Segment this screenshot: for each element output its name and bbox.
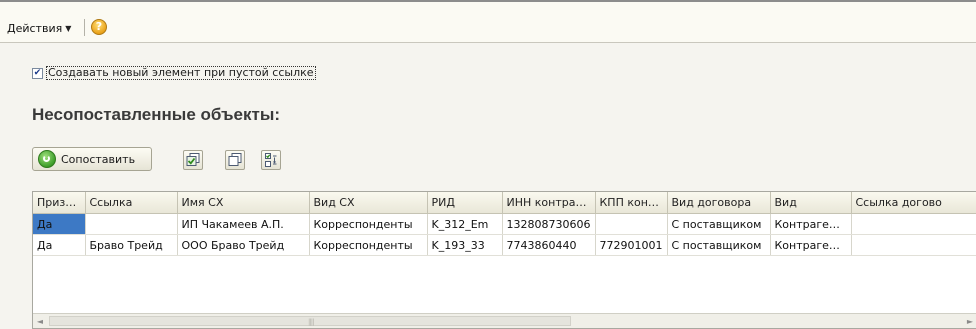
column-header[interactable]: ИНН контраге... xyxy=(502,192,596,214)
column-header[interactable]: КПП конт... xyxy=(595,192,668,214)
toolbar-separator xyxy=(84,19,85,36)
scroll-grip-icon: |||| xyxy=(308,318,315,326)
match-button[interactable]: Сопоставить xyxy=(32,147,152,171)
uncheck-all-icon xyxy=(228,153,242,166)
table-cell[interactable]: 132808730606 xyxy=(502,213,596,235)
uncheck-all-button[interactable] xyxy=(225,150,245,170)
table-cell[interactable]: С поставщиком xyxy=(667,234,771,256)
column-header[interactable]: Призна... xyxy=(33,192,86,214)
table-cell[interactable]: ИП Чакамеев А.П. xyxy=(177,213,310,235)
column-header[interactable]: Имя СХ xyxy=(177,192,310,214)
section-title-colon: : xyxy=(274,105,281,124)
invert-selection-button[interactable] xyxy=(261,150,281,170)
table-row[interactable]: Да Браво Трейд ООО Браво Трейд Корреспон… xyxy=(33,234,976,256)
check-all-button[interactable] xyxy=(183,150,203,170)
scroll-right-icon[interactable]: ► xyxy=(963,317,976,326)
unmatched-objects-table[interactable]: Призна... Ссылка Имя СХ Вид СХ РИД ИНН к… xyxy=(32,191,976,329)
table-cell[interactable] xyxy=(851,234,976,256)
table-header-row: Призна... Ссылка Имя СХ Вид СХ РИД ИНН к… xyxy=(33,192,976,214)
refresh-icon xyxy=(38,150,56,168)
table-cell[interactable]: 7743860440 xyxy=(502,234,596,256)
create-new-element-label[interactable]: Создавать новый элемент при пустой ссылк… xyxy=(46,66,316,80)
scroll-track[interactable]: |||| xyxy=(47,316,963,326)
scroll-left-icon[interactable]: ◄ xyxy=(33,317,47,326)
table-cell[interactable] xyxy=(851,213,976,235)
invert-selection-icon xyxy=(265,153,277,167)
column-header[interactable]: Вид СХ xyxy=(309,192,428,214)
help-icon[interactable]: ? xyxy=(91,19,107,35)
table-cell[interactable]: Да xyxy=(33,234,86,256)
horizontal-scrollbar[interactable]: ◄ |||| ► xyxy=(33,313,976,328)
create-new-element-checkbox[interactable]: ✔ xyxy=(32,67,43,79)
table-row[interactable]: Да ИП Чакамеев А.П. Корреспонденты K_312… xyxy=(33,213,976,235)
column-header[interactable]: Вид договора xyxy=(667,192,771,214)
table-cell[interactable]: 772901001 xyxy=(595,234,668,256)
table-cell[interactable]: Браво Трейд xyxy=(85,234,178,256)
actions-menu-label: Действия xyxy=(7,21,63,35)
column-header[interactable]: Ссылка догово xyxy=(851,192,976,214)
scroll-thumb[interactable]: |||| xyxy=(49,316,571,326)
actions-menu-button[interactable]: Действия ▼ xyxy=(7,21,71,35)
table-cell[interactable]: Контрагенты xyxy=(770,213,852,235)
table-cell[interactable]: K_193_33 xyxy=(427,234,503,256)
table-cell[interactable] xyxy=(85,213,178,235)
table-cell[interactable]: Да xyxy=(33,213,86,235)
table-cell[interactable]: Корреспонденты xyxy=(309,234,428,256)
table-cell[interactable]: Корреспонденты xyxy=(309,213,428,235)
column-header[interactable]: Ссылка xyxy=(85,192,178,214)
create-new-element-option[interactable]: ✔ Создавать новый элемент при пустой ссы… xyxy=(32,66,316,80)
table-cell[interactable]: ООО Браво Трейд xyxy=(177,234,310,256)
table-cell[interactable]: Контрагенты xyxy=(770,234,852,256)
table-cell[interactable] xyxy=(595,213,668,235)
dropdown-arrow-icon: ▼ xyxy=(65,23,72,33)
section-title: Несопоставленные объекты: xyxy=(32,105,280,125)
table-cell[interactable]: С поставщиком xyxy=(667,213,771,235)
command-bar: Действия ▼ ? xyxy=(0,2,976,43)
section-title-text: Несопоставленные объекты xyxy=(32,105,275,124)
column-header[interactable]: РИД xyxy=(427,192,503,214)
match-button-label: Сопоставить xyxy=(61,152,136,166)
column-header[interactable]: Вид xyxy=(770,192,852,214)
table-cell[interactable]: K_312_Em xyxy=(427,213,503,235)
check-all-icon xyxy=(186,153,200,166)
